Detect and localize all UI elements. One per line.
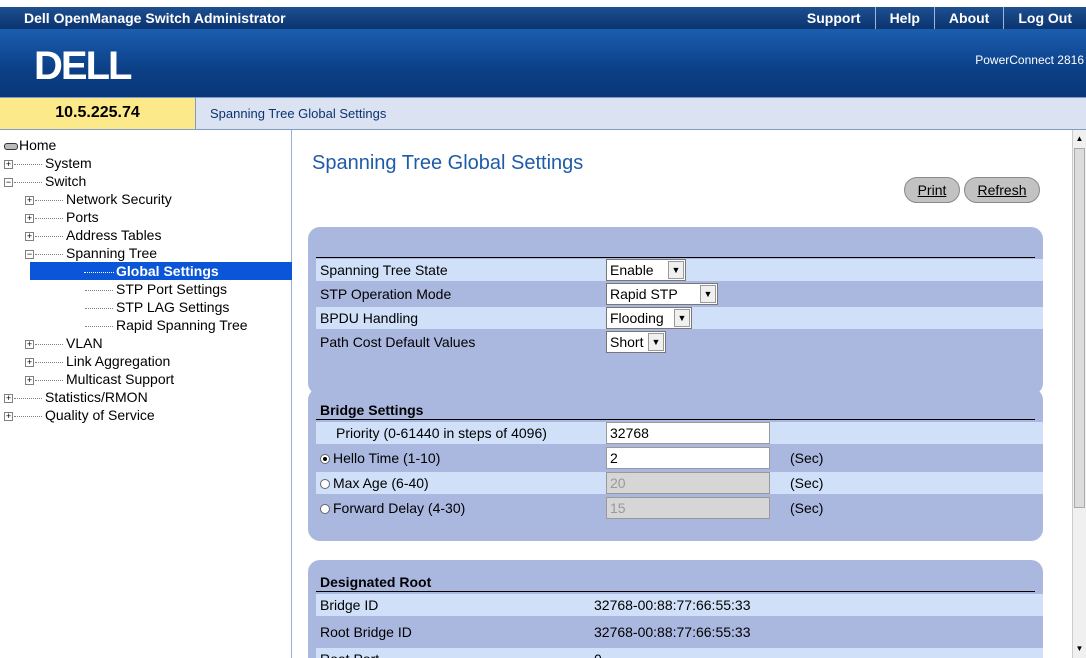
priority-input[interactable]: 32768: [606, 422, 770, 444]
forward-delay-unit: (Sec): [790, 500, 824, 516]
help-link[interactable]: Help: [874, 7, 934, 29]
chevron-down-icon: ▼: [700, 285, 716, 303]
tree-address-tables[interactable]: + Address Tables: [25, 226, 161, 244]
chevron-down-icon: ▼: [674, 309, 690, 327]
row-stp-state: Spanning Tree State Enable ▼: [316, 259, 1043, 281]
row-bpdu: BPDU Handling Flooding ▼: [316, 307, 1043, 329]
collapse-icon[interactable]: −: [4, 177, 13, 187]
expand-icon[interactable]: +: [25, 375, 34, 385]
stp-state-label: Spanning Tree State: [320, 262, 448, 278]
scroll-up-icon[interactable]: ▲: [1073, 132, 1086, 146]
expand-icon[interactable]: +: [25, 357, 34, 367]
tree-statistics[interactable]: + Statistics/RMON: [4, 388, 148, 406]
stp-mode-label: STP Operation Mode: [320, 286, 452, 302]
support-link[interactable]: Support: [793, 7, 875, 29]
chevron-down-icon: ▼: [648, 333, 664, 351]
path-cost-select[interactable]: Short ▼: [606, 331, 666, 353]
expand-icon[interactable]: +: [25, 213, 34, 223]
row-hello-time: Hello Time (1-10) 2 (Sec): [316, 447, 1043, 469]
row-priority: Priority (0-61440 in steps of 4096) 3276…: [316, 422, 1043, 444]
tree-ports[interactable]: + Ports: [25, 208, 99, 226]
root-port-value: 0: [594, 648, 602, 658]
bridge-id-value: 32768-00:88:77:66:55:33: [594, 597, 751, 613]
forward-delay-option[interactable]: Forward Delay (4-30): [320, 497, 465, 519]
chevron-down-icon: ▼: [668, 261, 684, 279]
row-path-cost: Path Cost Default Values Short ▼: [316, 331, 1043, 353]
radio-unchecked-icon[interactable]: [320, 504, 330, 515]
expand-icon[interactable]: +: [4, 159, 13, 169]
banner: DELL PowerConnect 2816: [0, 29, 1086, 97]
radio-unchecked-icon[interactable]: [320, 479, 330, 490]
tree-rapid-spanning-tree[interactable]: Rapid Spanning Tree: [84, 316, 248, 334]
tree-stp-lag-settings[interactable]: STP LAG Settings: [84, 298, 229, 316]
page-title: Spanning Tree Global Settings: [312, 152, 584, 174]
forward-delay-input[interactable]: 15: [606, 497, 770, 519]
refresh-button[interactable]: Refresh: [964, 177, 1040, 203]
ip-address: 10.5.225.74: [0, 98, 196, 129]
top-bar: Dell OpenManage Switch Administrator Sup…: [0, 7, 1086, 29]
print-button[interactable]: Print: [904, 177, 960, 203]
row-root-port: Root Port 0: [316, 648, 1043, 658]
hello-time-input[interactable]: 2: [606, 447, 770, 469]
designated-root-panel: Designated Root Bridge ID 32768-00:88:77…: [308, 560, 1043, 658]
tree-network-security[interactable]: + Network Security: [25, 190, 172, 208]
max-age-input[interactable]: 20: [606, 472, 770, 494]
top-links: Support Help About Log Out: [793, 7, 1086, 29]
global-settings-panel: Spanning Tree State Enable ▼ STP Operatio…: [308, 227, 1043, 395]
tree-spanning-tree[interactable]: − Spanning Tree: [25, 244, 157, 262]
tree-multicast-support[interactable]: + Multicast Support: [25, 370, 174, 388]
priority-label: Priority (0-61440 in steps of 4096): [336, 425, 547, 441]
row-max-age: Max Age (6-40) 20 (Sec): [316, 472, 1043, 494]
expand-icon[interactable]: +: [4, 411, 13, 421]
max-age-option[interactable]: Max Age (6-40): [320, 472, 429, 494]
tree-global-settings[interactable]: Global Settings: [30, 262, 292, 280]
breadcrumb: Spanning Tree Global Settings: [210, 106, 387, 121]
bridge-id-label: Bridge ID: [320, 597, 379, 613]
tree-link-aggregation[interactable]: + Link Aggregation: [25, 352, 170, 370]
expand-icon[interactable]: +: [25, 339, 34, 349]
designated-root-heading: Designated Root: [320, 574, 432, 590]
scroll-down-icon[interactable]: ▼: [1073, 642, 1086, 656]
row-stp-mode: STP Operation Mode Rapid STP ▼: [316, 283, 1043, 305]
expand-icon[interactable]: +: [25, 195, 34, 205]
radio-checked-icon[interactable]: [320, 454, 330, 465]
tree-stp-port-settings[interactable]: STP Port Settings: [84, 280, 227, 298]
bpdu-label: BPDU Handling: [320, 310, 419, 326]
bpdu-select[interactable]: Flooding ▼: [606, 307, 692, 329]
hello-time-option[interactable]: Hello Time (1-10): [320, 447, 440, 469]
row-bridge-id: Bridge ID 32768-00:88:77:66:55:33: [316, 594, 1043, 616]
tree-system[interactable]: + System: [4, 154, 92, 172]
scrollbar-thumb[interactable]: [1074, 148, 1085, 508]
stp-state-select[interactable]: Enable ▼: [606, 259, 686, 281]
row-root-bridge-id: Root Bridge ID 32768-00:88:77:66:55:33: [316, 621, 1043, 643]
stp-mode-select[interactable]: Rapid STP ▼: [606, 283, 718, 305]
root-bridge-id-label: Root Bridge ID: [320, 624, 412, 640]
tree-qos[interactable]: + Quality of Service: [4, 406, 155, 424]
ip-bar: 10.5.225.74 Spanning Tree Global Setting…: [0, 97, 1086, 130]
bridge-settings-heading: Bridge Settings: [320, 402, 424, 418]
dell-logo: DELL: [34, 44, 132, 88]
vertical-scrollbar[interactable]: ▲ ▼: [1072, 130, 1086, 658]
tree-switch[interactable]: − Switch: [4, 172, 86, 190]
collapse-icon[interactable]: −: [25, 249, 34, 259]
about-link[interactable]: About: [933, 7, 1003, 29]
tree-home[interactable]: Home: [4, 136, 56, 154]
home-icon: [4, 142, 18, 150]
expand-icon[interactable]: +: [25, 231, 34, 241]
path-cost-label: Path Cost Default Values: [320, 334, 476, 350]
root-bridge-id-value: 32768-00:88:77:66:55:33: [594, 624, 751, 640]
sidebar-tree: Home + System − Switch + Network Security +…: [0, 130, 292, 658]
app-title: Dell OpenManage Switch Administrator: [24, 10, 286, 26]
row-forward-delay: Forward Delay (4-30) 15 (Sec): [316, 497, 1043, 519]
main-content: Spanning Tree Global Settings Print Refr…: [292, 130, 1072, 658]
max-age-unit: (Sec): [790, 475, 824, 491]
hello-time-unit: (Sec): [790, 450, 824, 466]
logout-link[interactable]: Log Out: [1003, 7, 1086, 29]
root-port-label: Root Port: [320, 648, 379, 658]
bridge-settings-panel: Bridge Settings Priority (0-61440 in ste…: [308, 388, 1043, 541]
expand-icon[interactable]: +: [4, 393, 13, 403]
tree-vlan[interactable]: + VLAN: [25, 334, 103, 352]
model-name: PowerConnect 2816: [975, 53, 1084, 67]
